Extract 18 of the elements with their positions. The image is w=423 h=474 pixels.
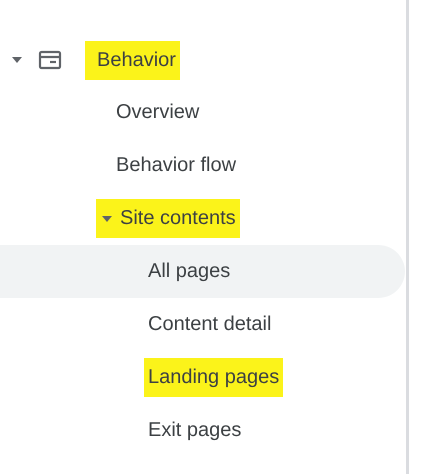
window-icon: [38, 50, 62, 70]
nav-item-label: Behavior flow: [115, 153, 238, 178]
nav-item-label: Overview: [115, 100, 200, 125]
nav-item[interactable]: Content detail: [0, 298, 406, 351]
nav-item[interactable]: Overview: [0, 86, 406, 139]
nav-item-label: Content detail: [147, 312, 272, 337]
nav-item[interactable]: Exit pages: [0, 404, 406, 457]
nav-item[interactable]: Landing pages: [0, 351, 406, 404]
nav-item-label: All pages: [147, 259, 232, 284]
nav-item-label: Exit pages: [147, 418, 242, 443]
section-title[interactable]: Behavior: [85, 40, 180, 80]
caret-icon[interactable]: [12, 57, 22, 63]
nav-group[interactable]: Site contents: [96, 199, 240, 238]
nav-item-label: Landing pages: [144, 358, 284, 397]
nav-group-label: Site contents: [120, 207, 236, 230]
nav-item[interactable]: Behavior flow: [0, 139, 406, 192]
nav-item[interactable]: All pages: [0, 245, 405, 298]
caret-icon[interactable]: [102, 216, 112, 222]
